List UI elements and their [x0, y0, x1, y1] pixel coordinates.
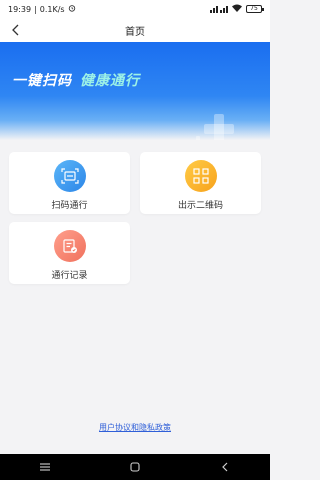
wifi-icon: [232, 4, 242, 14]
page-title: 首页: [125, 26, 145, 38]
status-bar: 19:39 | 0.1K/s 75: [0, 0, 270, 18]
menu-icon: [40, 463, 50, 471]
app-header: 首页: [0, 18, 270, 42]
scan-pass-card[interactable]: 扫码通行: [9, 152, 130, 214]
home-square-icon: [130, 462, 140, 472]
show-qr-label: 出示二维码: [177, 201, 223, 211]
policy-link[interactable]: 用户协议和隐私政策: [0, 422, 270, 433]
scan-icon: [53, 160, 86, 192]
battery-icon: 75: [246, 5, 264, 13]
show-qr-card[interactable]: 出示二维码: [140, 152, 261, 214]
menu-button[interactable]: [35, 457, 55, 477]
system-back-button[interactable]: [215, 457, 235, 477]
alarm-icon: [68, 4, 76, 14]
qr-code-icon: [184, 160, 217, 192]
status-time: 19:39: [8, 4, 32, 14]
pass-record-label: 通行记录: [51, 271, 88, 281]
medical-cross-icon: [196, 114, 234, 140]
banner-slogan-highlight: 健康通行: [80, 73, 140, 89]
status-left: 19:39 | 0.1K/s: [8, 4, 76, 14]
status-right: 75: [210, 4, 264, 14]
chevron-left-icon: [12, 24, 19, 36]
system-nav-bar: [0, 454, 270, 480]
signal-icon: [210, 5, 228, 13]
banner-slogan-main: 一键扫码: [12, 73, 72, 89]
record-icon: [53, 230, 86, 262]
pass-record-card[interactable]: 通行记录: [9, 222, 130, 284]
back-triangle-icon: [222, 462, 228, 472]
back-button[interactable]: [8, 22, 24, 38]
home-button[interactable]: [125, 457, 145, 477]
hero-banner: 一键扫码 健康通行: [0, 42, 270, 140]
status-network-speed: 0.1K/s: [39, 4, 65, 14]
status-separator: |: [34, 4, 37, 14]
banner-slogan: 一键扫码 健康通行: [12, 70, 140, 90]
scan-pass-label: 扫码通行: [51, 201, 88, 211]
